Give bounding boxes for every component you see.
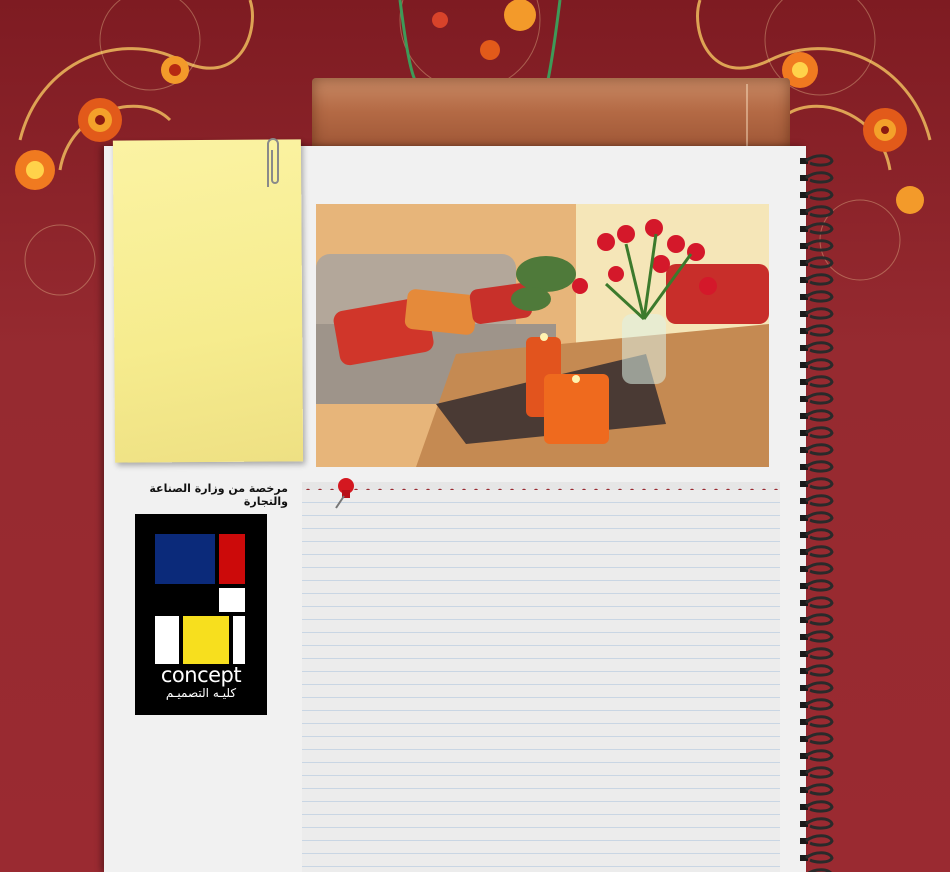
push-pin-icon (335, 478, 354, 509)
spiral-binding (800, 152, 836, 872)
logo-arabic-text: كليـه التصميـم (165, 686, 237, 700)
concept-logo[interactable]: concept كليـه التصميـم (135, 514, 267, 715)
lined-paper-content (302, 490, 780, 872)
logo-word: concept (160, 663, 242, 687)
leather-header-band (312, 78, 790, 152)
logo-blocks-icon (155, 534, 245, 664)
hero-photo (316, 204, 769, 467)
license-text: مرخصة من وزارة الصناعة والتجارة (149, 482, 288, 508)
paperclip-icon (267, 138, 279, 187)
